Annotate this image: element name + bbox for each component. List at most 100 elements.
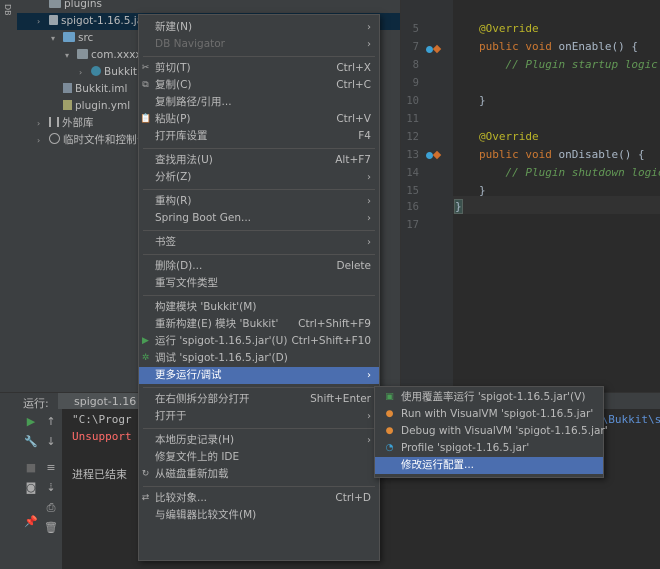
- chevron-right-icon[interactable]: ›: [37, 115, 49, 132]
- submenu-arrow-icon: ›: [367, 196, 371, 207]
- menu-item-icon: ⇄: [141, 493, 150, 503]
- menu-item-icon: ✲: [141, 353, 150, 363]
- pin-icon[interactable]: 📌: [24, 515, 38, 529]
- up-arrow-icon[interactable]: ↑: [44, 415, 58, 429]
- chevron-right-icon[interactable]: ›: [37, 132, 49, 149]
- menu-item[interactable]: 本地历史记录(H) ›: [139, 432, 379, 449]
- menu-item[interactable]: ⇄ 比较对象... Ctrl+D: [139, 490, 379, 507]
- submenu-item-label: Profile 'spigot-1.16.5.jar': [401, 442, 530, 454]
- submenu-item[interactable]: ▣ 使用覆盖率运行 'spigot-1.16.5.jar'(V): [375, 389, 603, 406]
- menu-item[interactable]: 重构(R) ›: [139, 193, 379, 210]
- menu-item-label: 删除(D)...: [155, 260, 203, 272]
- menu-item-label: 构建模块 'Bukkit'(M): [155, 301, 257, 313]
- menu-item[interactable]: ↻ 从磁盘重新加载: [139, 466, 379, 483]
- code-line: // Plugin shutdown logic: [479, 166, 660, 179]
- code-line: @Override: [479, 22, 539, 35]
- menu-item-shortcut: Delete: [336, 260, 372, 272]
- tree-item-label: spigot-1.16.5.jar: [61, 15, 148, 27]
- chevron-down-icon[interactable]: ▾: [51, 30, 63, 47]
- left-tool-strip: DB: [0, 0, 18, 392]
- menu-item[interactable]: Spring Boot Gen... ›: [139, 210, 379, 227]
- code-line: }: [479, 184, 486, 197]
- menu-item[interactable]: 打开库设置 F4: [139, 128, 379, 145]
- line-number: 10: [406, 95, 419, 107]
- stop-icon[interactable]: ■: [24, 461, 38, 475]
- menu-item[interactable]: 分析(Z) ›: [139, 169, 379, 186]
- menu-item[interactable]: 重新构建(E) 模块 'Bukkit' Ctrl+Shift+F9: [139, 316, 379, 333]
- menu-item-icon: ⧉: [142, 80, 149, 90]
- soft-wrap-icon[interactable]: ≡: [44, 461, 58, 475]
- line-number: 17: [406, 219, 419, 231]
- override-marker-icon[interactable]: [432, 44, 442, 54]
- menu-item-label: 新建(N): [155, 21, 193, 33]
- submenu-item[interactable]: ● Debug with VisualVM 'spigot-1.16.5.jar': [375, 423, 608, 440]
- wrench-icon[interactable]: 🔧: [24, 435, 38, 449]
- chevron-right-icon[interactable]: ›: [79, 64, 91, 81]
- menu-item[interactable]: ▶ 运行 'spigot-1.16.5.jar'(U) Ctrl+Shift+F10: [139, 333, 379, 350]
- menu-item[interactable]: 删除(D)... Delete: [139, 258, 379, 275]
- code-editor[interactable]: 5 7 8 9 10 11 12 13 14 15 16 17 @Override public voi…: [400, 0, 660, 392]
- print-icon[interactable]: ⎙: [44, 501, 58, 515]
- implements-marker-icon[interactable]: [426, 152, 433, 159]
- menu-separator: [143, 230, 375, 231]
- trash-icon[interactable]: 🗑: [44, 521, 58, 535]
- menu-item-label: 复制(C): [155, 79, 192, 91]
- menu-item-label: 书签: [155, 236, 176, 248]
- submenu-item[interactable]: ◔ Profile 'spigot-1.16.5.jar': [375, 440, 603, 457]
- menu-item[interactable]: 新建(N) ›: [139, 19, 379, 36]
- run-config-tab[interactable]: spigot-1.16: [58, 393, 143, 410]
- menu-item[interactable]: 更多运行/调试 ›: [139, 367, 379, 384]
- submenu-arrow-icon: ›: [367, 237, 371, 248]
- menu-item[interactable]: 在右侧拆分部分打开 Shift+Enter: [139, 391, 379, 408]
- menu-item[interactable]: 打开于 ›: [139, 408, 379, 425]
- more-run-debug-submenu: ▣ 使用覆盖率运行 'spigot-1.16.5.jar'(V) ● Run with…: [374, 386, 608, 478]
- menu-item[interactable]: ✂ 剪切(T) Ctrl+X: [139, 60, 379, 77]
- menu-item[interactable]: ✲ 调试 'spigot-1.16.5.jar'(D): [139, 350, 379, 367]
- menu-item[interactable]: ⧉ 复制(C) Ctrl+C: [139, 77, 379, 94]
- menu-separator: [143, 387, 375, 388]
- run-output-error: Unsupport: [72, 430, 132, 443]
- submenu-arrow-icon: ›: [367, 22, 371, 33]
- code-line: @Override: [479, 130, 539, 143]
- tree-item[interactable]: plugins: [17, 0, 420, 13]
- menu-item[interactable]: 书签 ›: [139, 234, 379, 251]
- camera-icon[interactable]: ◙: [24, 481, 38, 495]
- menu-separator: [143, 428, 375, 429]
- submenu-item[interactable]: 修改运行配置...: [375, 457, 603, 474]
- chevron-right-icon[interactable]: ›: [37, 13, 49, 30]
- down-arrow-icon[interactable]: ↓: [44, 435, 58, 449]
- menu-item[interactable]: 与编辑器比较文件(M): [139, 507, 379, 524]
- menu-item[interactable]: 重写文件类型: [139, 275, 379, 292]
- menu-item-label: 重构(R): [155, 195, 192, 207]
- menu-item[interactable]: 构建模块 'Bukkit'(M): [139, 299, 379, 316]
- menu-item[interactable]: 复制路径/引用...: [139, 94, 379, 111]
- line-number: 8: [412, 59, 419, 71]
- line-number: 16: [406, 201, 419, 213]
- tree-item-label: com.xxxx: [91, 49, 142, 61]
- line-number: 5: [412, 23, 419, 35]
- menu-item[interactable]: 修复文件上的 IDE: [139, 449, 379, 466]
- submenu-item-icon: ◔: [385, 443, 394, 453]
- matched-brace: }: [454, 199, 463, 214]
- implements-marker-icon[interactable]: [426, 46, 433, 53]
- menu-separator: [143, 56, 375, 57]
- library-icon: [49, 117, 59, 127]
- submenu-item[interactable]: ● Run with VisualVM 'spigot-1.16.5.jar': [375, 406, 603, 423]
- package-icon: [77, 49, 88, 59]
- menu-item-icon: ✂: [141, 63, 150, 73]
- scroll-to-end-icon[interactable]: ⇣: [44, 481, 58, 495]
- db-browser-tab[interactable]: DB: [3, 4, 12, 16]
- menu-item-shortcut: Ctrl+D: [335, 492, 371, 504]
- menu-item-label: 从磁盘重新加载: [155, 468, 229, 480]
- menu-item-label: 分析(Z): [155, 171, 192, 183]
- menu-item[interactable]: 📋 粘贴(P) Ctrl+V: [139, 111, 379, 128]
- override-marker-icon[interactable]: [432, 150, 442, 160]
- menu-item-shortcut: Ctrl+X: [336, 62, 371, 74]
- rerun-icon[interactable]: ▶: [24, 415, 38, 429]
- submenu-item-icon: ●: [385, 426, 394, 436]
- menu-item-label: 调试 'spigot-1.16.5.jar'(D): [155, 352, 288, 364]
- menu-item[interactable]: 查找用法(U) Alt+F7: [139, 152, 379, 169]
- menu-item-label: 本地历史记录(H): [155, 434, 235, 446]
- chevron-down-icon[interactable]: ▾: [65, 47, 77, 64]
- submenu-item-label: Run with VisualVM 'spigot-1.16.5.jar': [401, 408, 594, 420]
